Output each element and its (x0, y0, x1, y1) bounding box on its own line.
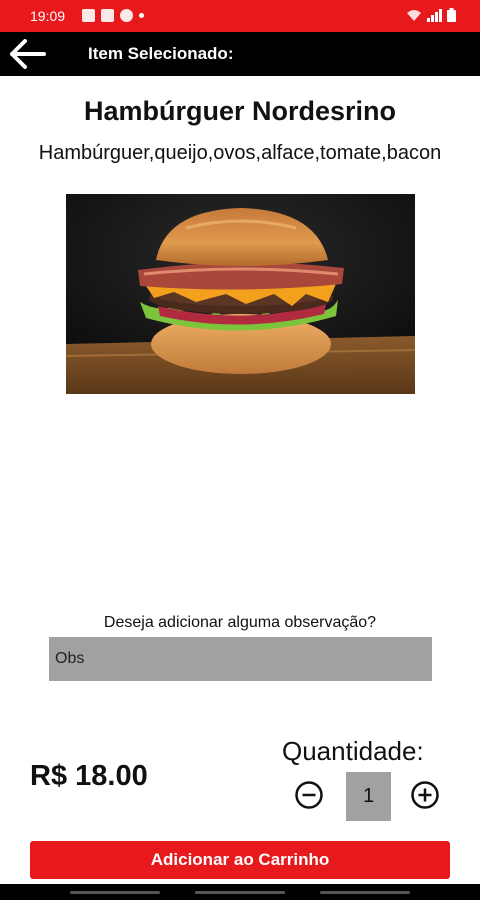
system-nav-bar (0, 884, 480, 900)
image-icon (82, 9, 95, 22)
page-title: Item Selecionado: (88, 44, 234, 63)
arrow-left-icon (10, 39, 46, 69)
quantity-label: Quantidade: (282, 736, 424, 766)
item-name: Hambúrguer Nordesrino (83, 96, 397, 126)
nav-recents[interactable] (70, 891, 160, 894)
app-icon (120, 9, 133, 22)
more-notifications-icon (139, 13, 144, 18)
item-price: R$ 18.00 (30, 760, 148, 792)
status-time: 19:09 (30, 8, 66, 24)
observation-label: Deseja adicionar alguma observação? (103, 614, 377, 631)
signal-icon (427, 9, 442, 22)
plus-circle-icon (411, 781, 439, 809)
back-button[interactable] (8, 38, 48, 70)
minus-circle-icon (295, 781, 323, 809)
battery-icon (447, 8, 456, 22)
app-bar: Item Selecionado: (0, 32, 480, 76)
wifi-icon (407, 10, 421, 21)
notification-icons (82, 9, 144, 22)
quantity-value: 1 (346, 772, 391, 821)
system-icons (406, 8, 456, 22)
decrease-quantity-button[interactable] (294, 780, 324, 810)
status-bar: 19:09 (0, 0, 480, 32)
nav-home[interactable] (195, 891, 285, 894)
add-to-cart-button[interactable]: Adicionar ao Carrinho (30, 841, 450, 879)
bag-icon (101, 9, 114, 22)
item-photo (66, 194, 415, 394)
nav-back[interactable] (320, 891, 410, 894)
item-description: Hambúrguer,queijo,ovos,alface,tomate,bac… (38, 142, 442, 164)
burger-photo (66, 194, 415, 394)
increase-quantity-button[interactable] (410, 780, 440, 810)
observation-input[interactable] (49, 637, 432, 681)
